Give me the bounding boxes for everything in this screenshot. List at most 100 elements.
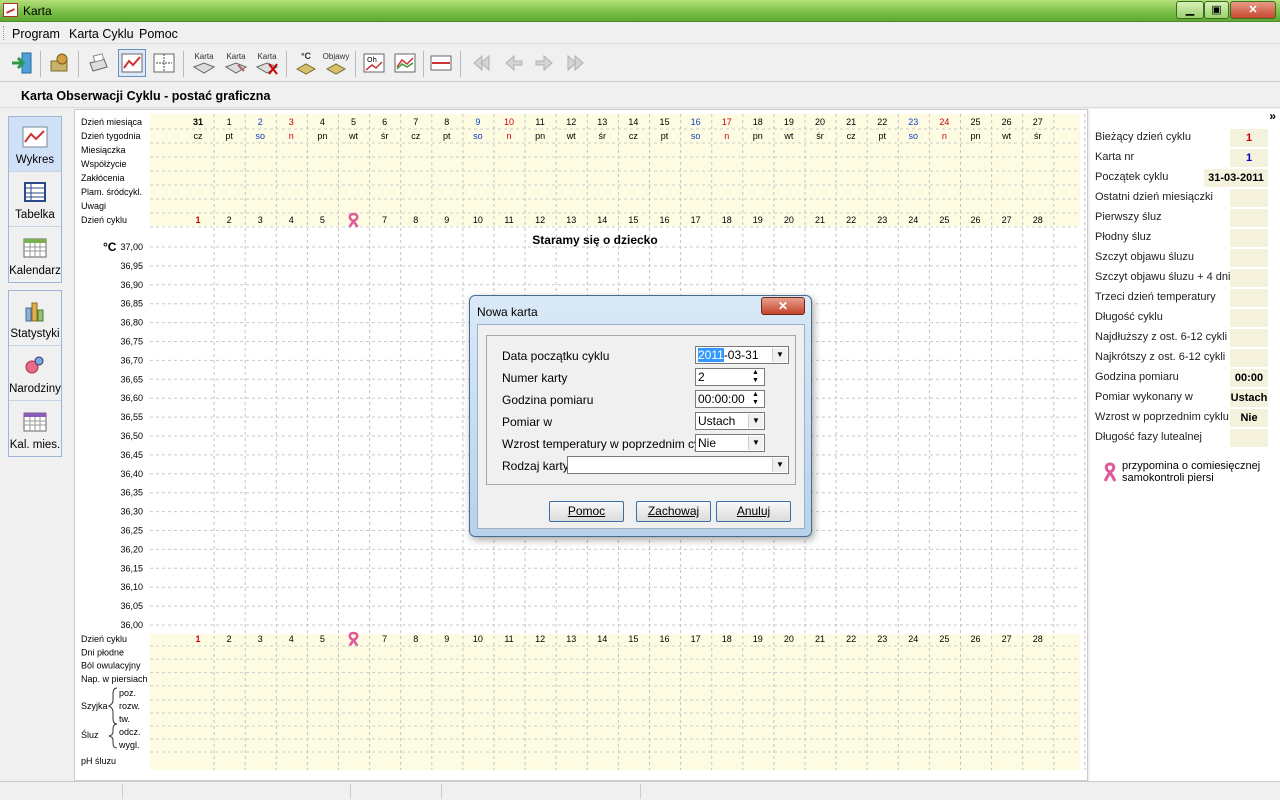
- print-button[interactable]: [84, 49, 112, 77]
- oh-chart-button[interactable]: Oh: [360, 49, 388, 77]
- info-value: [1230, 189, 1268, 207]
- karta-delete-button[interactable]: Karta: [253, 49, 281, 77]
- menu-karta-cyklu[interactable]: Karta Cyklu: [69, 27, 134, 41]
- arrow-left-icon: [505, 54, 523, 72]
- table-icon: [24, 182, 46, 202]
- temp-tick-label: 36,70: [120, 355, 143, 365]
- cycle-day-top: 10: [473, 215, 483, 225]
- info-value: [1230, 349, 1268, 367]
- row-label: Współżycie: [81, 159, 127, 169]
- day-of-month: 18: [753, 117, 763, 127]
- card-delete-icon: [255, 61, 279, 75]
- day-of-month: 3: [289, 117, 294, 127]
- sidebar-item-kalendarz[interactable]: Kalendarz: [9, 227, 61, 282]
- cycle-day-top: 21: [815, 215, 825, 225]
- cycle-day-top: 13: [566, 215, 576, 225]
- cycle-day-top: 5: [320, 215, 325, 225]
- cycle-day-bottom: 3: [258, 634, 263, 644]
- cycle-day-bottom: 28: [1033, 634, 1043, 644]
- sidebar-item-narodziny[interactable]: Narodziny: [9, 346, 61, 401]
- info-label: Karta nr: [1095, 151, 1135, 163]
- karta-button[interactable]: Karta: [190, 49, 218, 77]
- day-of-month: 6: [382, 117, 387, 127]
- level-chart-button[interactable]: [427, 49, 455, 77]
- info-label: Szczyt objawu śluzu + 4 dni: [1095, 271, 1231, 283]
- cycle-day-bottom: 22: [846, 634, 856, 644]
- measure-select[interactable]: Ustach ▼: [695, 412, 765, 430]
- weekday: so: [473, 131, 483, 141]
- month-calendar-icon: [23, 412, 47, 432]
- chart-view-button[interactable]: [118, 49, 146, 77]
- forward-button[interactable]: [530, 49, 558, 77]
- hour-field[interactable]: 00:00:00 ▲ ▼: [695, 390, 765, 408]
- temperature-button[interactable]: °C: [292, 49, 320, 77]
- row-label: Dzień cyklu: [81, 634, 127, 644]
- first-button[interactable]: [468, 49, 496, 77]
- weekday: wt: [348, 131, 358, 141]
- chart-cursor-button[interactable]: [150, 49, 178, 77]
- exit-button[interactable]: [8, 49, 36, 77]
- info-value: 1: [1230, 129, 1268, 147]
- save-button[interactable]: Zachowaj: [636, 501, 711, 522]
- expand-panel-button[interactable]: »: [1269, 109, 1276, 123]
- spin-arrows-icon[interactable]: ▲ ▼: [748, 369, 763, 385]
- symptoms-button[interactable]: Objawy: [322, 49, 350, 77]
- sidebar-item-wykres[interactable]: Wykres: [9, 117, 61, 172]
- card-type-select[interactable]: ▼: [567, 456, 789, 474]
- spin-arrows-icon[interactable]: ▲ ▼: [748, 391, 763, 407]
- compare-chart-icon: [394, 53, 416, 73]
- cycle-day-bottom: 12: [535, 634, 545, 644]
- menu-program[interactable]: Program: [12, 27, 60, 41]
- cancel-button[interactable]: Anuluj: [716, 501, 791, 522]
- temp-tick-label: 36,45: [120, 450, 143, 460]
- info-value: [1230, 429, 1268, 447]
- dialog-close-button[interactable]: ✕: [761, 297, 805, 315]
- cycle-day-top: 14: [597, 215, 607, 225]
- temp-tick-label: 37,00: [120, 242, 143, 252]
- rise-select[interactable]: Nie ▼: [695, 434, 765, 452]
- sidebar-item-kal-mies[interactable]: Kal. mies.: [9, 401, 61, 456]
- hour-label: Godzina pomiaru: [502, 393, 594, 407]
- card-number-stepper[interactable]: 2 ▲ ▼: [695, 368, 765, 386]
- close-button[interactable]: ✕: [1230, 1, 1276, 19]
- maximize-button[interactable]: ▣: [1204, 1, 1229, 19]
- karta-edit-button[interactable]: Karta: [222, 49, 250, 77]
- cycle-day-bottom: 13: [566, 634, 576, 644]
- day-of-month: 21: [846, 117, 856, 127]
- chevron-down-icon[interactable]: ▼: [772, 348, 787, 362]
- weekday: pn: [753, 131, 763, 141]
- weekday: pn: [970, 131, 980, 141]
- weekday: cz: [411, 131, 421, 141]
- szyjka-sub-label: tw.: [119, 714, 130, 724]
- cycle-day-bottom: 24: [908, 634, 918, 644]
- info-value: Ustach: [1230, 389, 1268, 407]
- day-of-month: 14: [628, 117, 638, 127]
- sidebar: Wykres Tabelka Kalendarz Statystyki Naro…: [0, 109, 72, 781]
- temp-tick-label: 36,10: [120, 582, 143, 592]
- menu-bar: Program Karta Cyklu Pomoc: [0, 22, 1280, 44]
- sluz-sub-label: odcz.: [119, 727, 141, 737]
- minimize-button[interactable]: ▁: [1176, 1, 1204, 19]
- chevron-down-icon[interactable]: ▼: [748, 436, 763, 450]
- temp-tick-label: 36,90: [120, 280, 143, 290]
- sidebar-item-statystyki[interactable]: Statystyki: [9, 291, 61, 346]
- sidebar-item-tabelka[interactable]: Tabelka: [9, 172, 61, 227]
- day-of-month: 5: [351, 117, 356, 127]
- cycle-day-top: 2: [227, 215, 232, 225]
- ph-label: pH śluzu: [81, 756, 116, 766]
- chevron-down-icon[interactable]: ▼: [748, 414, 763, 428]
- back-button[interactable]: [500, 49, 528, 77]
- menu-pomoc[interactable]: Pomoc: [139, 27, 178, 41]
- day-of-month: 31: [193, 117, 203, 127]
- cycle-day-top: 23: [877, 215, 887, 225]
- day-of-month: 17: [722, 117, 732, 127]
- weekday: n: [289, 131, 294, 141]
- compare-chart-button[interactable]: [391, 49, 419, 77]
- card-icon: [192, 61, 216, 74]
- help-button[interactable]: Pomoc: [549, 501, 624, 522]
- symptoms-icon: [325, 62, 347, 75]
- last-button[interactable]: [561, 49, 589, 77]
- chevron-down-icon[interactable]: ▼: [772, 458, 787, 472]
- settings-button[interactable]: [46, 49, 74, 77]
- start-date-field[interactable]: 2011-03-31 ▼: [695, 346, 789, 364]
